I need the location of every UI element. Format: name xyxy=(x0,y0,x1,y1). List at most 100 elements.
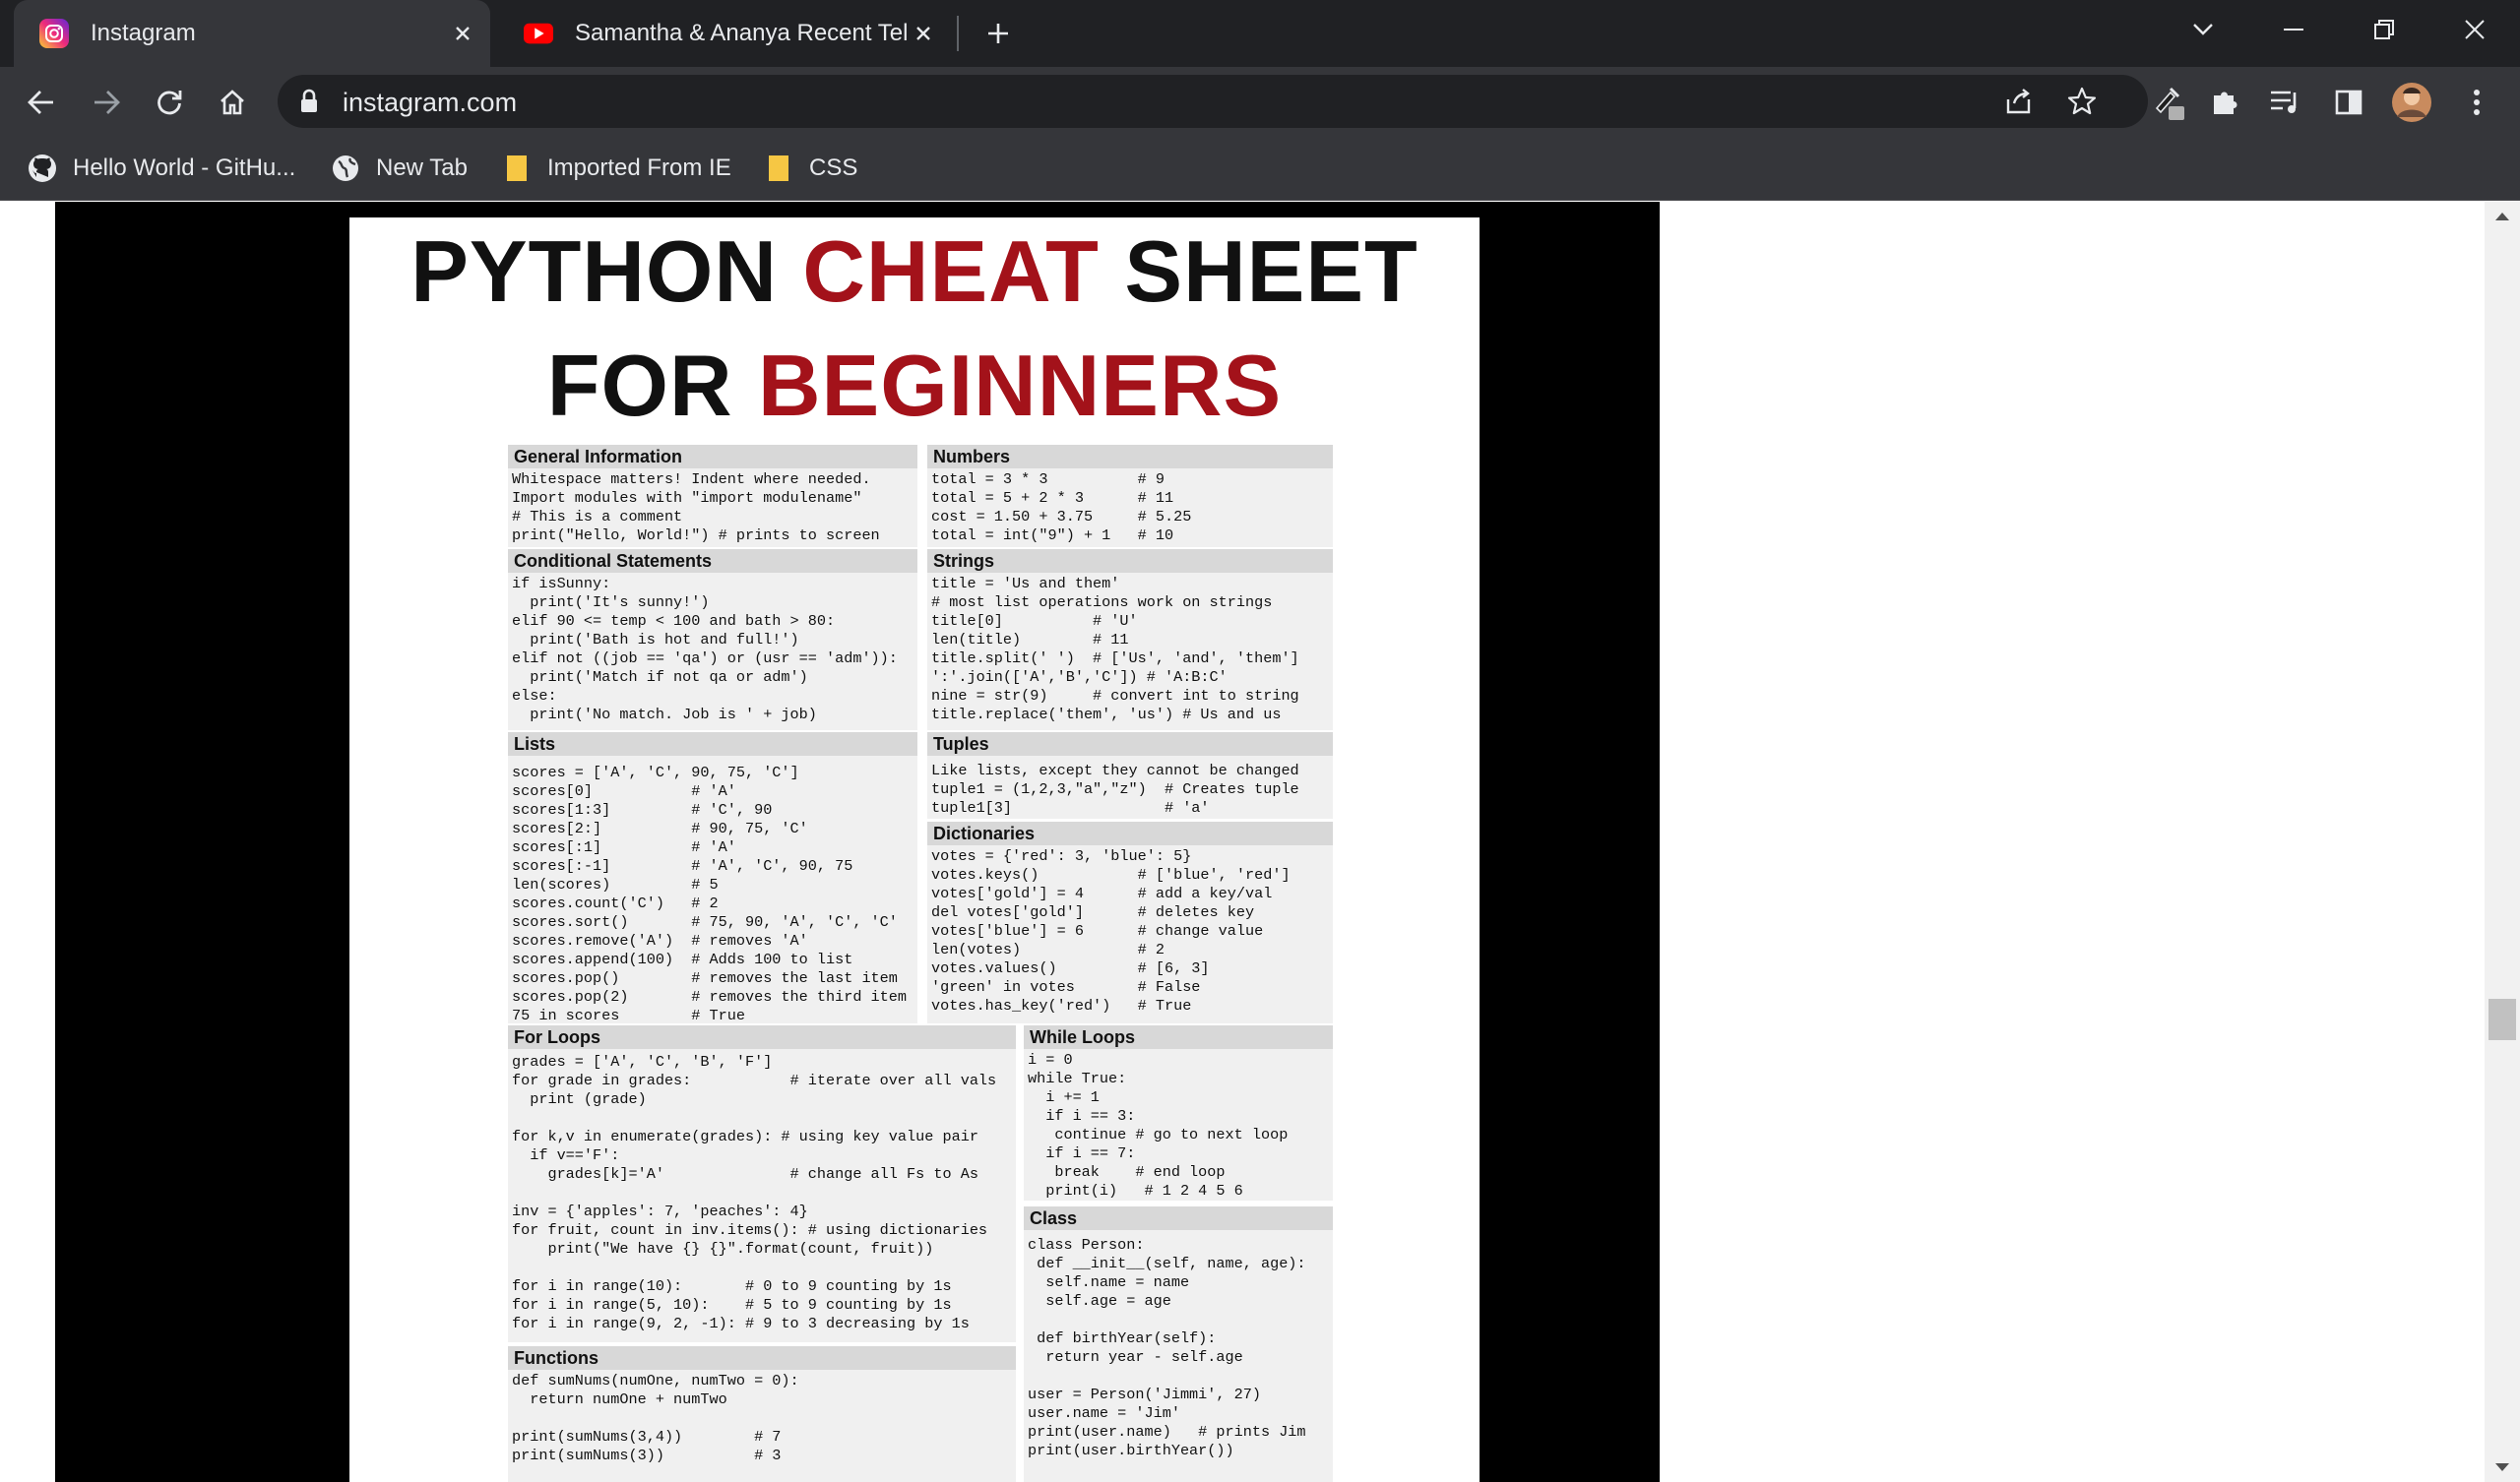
folder-icon xyxy=(502,154,532,183)
section-heading: Dictionaries xyxy=(927,822,1333,845)
chevron-down-icon xyxy=(2193,24,2213,35)
back-button[interactable] xyxy=(20,81,63,124)
minimize-icon xyxy=(2284,29,2303,31)
arrow-right-icon xyxy=(94,91,120,114)
tab-instagram[interactable]: Instagram xyxy=(14,0,490,67)
code-block: votes = {'red': 3, 'blue': 5} votes.keys… xyxy=(931,847,1291,1015)
code-block: class Person: def __init__(self, name, a… xyxy=(1028,1236,1306,1459)
bookmark-label: New Tab xyxy=(376,154,468,181)
code-block: Whitespace matters! Indent where needed.… xyxy=(512,470,880,544)
reload-icon xyxy=(158,91,182,115)
reload-button[interactable] xyxy=(148,81,191,124)
kebab-menu-icon xyxy=(2474,90,2480,115)
bookmark-label: CSS xyxy=(809,154,858,181)
bookmark-label: Hello World - GitHu... xyxy=(73,154,296,181)
code-block: grades = ['A', 'C', 'B', 'F'] for grade … xyxy=(512,1053,997,1332)
section-dictionaries: Dictionaries votes = {'red': 3, 'blue': … xyxy=(927,822,1333,1023)
forward-button[interactable] xyxy=(85,81,128,124)
section-heading: Conditional Statements xyxy=(508,549,917,573)
scroll-up-arrow-icon[interactable] xyxy=(2485,202,2520,231)
close-icon[interactable] xyxy=(449,20,476,47)
close-icon xyxy=(2465,20,2485,39)
page-scrollbar[interactable] xyxy=(2485,202,2520,1482)
tab-youtube[interactable]: Samantha & Ananya Recent Telug xyxy=(498,0,951,67)
tab-title: Instagram xyxy=(91,20,196,46)
menu-button[interactable] xyxy=(2455,81,2498,124)
section-heading: For Loops xyxy=(508,1025,1016,1049)
section-heading: Strings xyxy=(927,549,1333,573)
close-icon[interactable] xyxy=(910,20,937,47)
close-window-button[interactable] xyxy=(2445,10,2504,49)
profile-avatar[interactable] xyxy=(2390,81,2433,124)
globe-icon xyxy=(331,154,360,183)
media-controls-button[interactable] xyxy=(2264,81,2307,124)
home-icon xyxy=(220,90,244,115)
bookmarks-bar: Hello World - GitHu... New Tab Imported … xyxy=(0,136,2520,201)
section-tuples: Tuples Like lists, except they cannot be… xyxy=(927,732,1333,819)
section-for-loops: For Loops grades = ['A', 'C', 'B', 'F'] … xyxy=(508,1025,1016,1342)
code-block: title = 'Us and them' # most list operat… xyxy=(931,575,1299,723)
plus-icon xyxy=(988,24,1008,43)
section-class: Class class Person: def __init__(self, n… xyxy=(1024,1206,1333,1482)
playlist-icon xyxy=(2271,91,2297,113)
address-bar[interactable]: instagram.com xyxy=(278,75,2148,128)
section-heading: Functions xyxy=(508,1346,1016,1370)
eyedropper-extension-button[interactable] xyxy=(2148,81,2191,124)
section-heading: Lists xyxy=(508,732,917,756)
github-icon xyxy=(28,154,57,183)
section-heading: General Information xyxy=(508,445,917,468)
section-strings: Strings title = 'Us and them' # most lis… xyxy=(927,549,1333,730)
page-viewport: PYTHON CHEAT SHEET FOR BEGINNERS General… xyxy=(0,202,2520,1482)
restore-button[interactable] xyxy=(2355,10,2414,49)
side-panel-icon xyxy=(2335,90,2362,115)
restore-icon xyxy=(2374,20,2394,39)
section-heading: Class xyxy=(1024,1206,1333,1230)
bookmark-folder-imported-from-ie[interactable]: Imported From IE xyxy=(502,150,731,187)
folder-icon xyxy=(764,154,793,183)
code-block: Like lists, except they cannot be change… xyxy=(931,762,1299,817)
scroll-down-arrow-icon[interactable] xyxy=(2485,1452,2520,1482)
minimize-button[interactable] xyxy=(2264,10,2323,49)
side-panel-button[interactable] xyxy=(2327,81,2370,124)
new-tab-button[interactable] xyxy=(978,14,1018,53)
code-block: def sumNums(numOne, numTwo = 0): return … xyxy=(512,1372,799,1464)
tab-strip: Instagram Samantha & Ananya Recent Telug xyxy=(0,0,2520,67)
instagram-icon xyxy=(39,19,69,48)
section-general-information: General Information Whitespace matters! … xyxy=(508,445,917,547)
puzzle-icon xyxy=(2214,92,2237,114)
code-block: if isSunny: print('It's sunny!') elif 90… xyxy=(512,575,898,723)
code-block: scores = ['A', 'C', 90, 75, 'C'] scores[… xyxy=(512,764,908,1024)
youtube-icon xyxy=(524,19,553,48)
extensions-button[interactable] xyxy=(2203,81,2246,124)
avatar-icon xyxy=(2392,83,2431,122)
toolbar: instagram.com xyxy=(0,67,2520,136)
code-block: i = 0 while True: i += 1 if i == 3: cont… xyxy=(1028,1051,1289,1200)
post-image-frame: PYTHON CHEAT SHEET FOR BEGINNERS General… xyxy=(55,202,1660,1482)
tab-divider xyxy=(957,16,959,51)
section-numbers: Numbers total = 3 * 3 # 9 total = 5 + 2 … xyxy=(927,445,1333,547)
share-icon[interactable] xyxy=(2002,85,2036,118)
star-icon[interactable] xyxy=(2065,85,2099,118)
sheet-title-line-1: PYTHON CHEAT SHEET xyxy=(410,222,1418,320)
home-button[interactable] xyxy=(211,81,254,124)
section-lists: Lists scores = ['A', 'C', 90, 75, 'C'] s… xyxy=(508,732,917,1024)
section-conditional-statements: Conditional Statements if isSunny: print… xyxy=(508,549,917,730)
scrollbar-thumb[interactable] xyxy=(2488,999,2516,1040)
sheet-title-line-2: FOR BEGINNERS xyxy=(546,337,1283,434)
bookmark-new-tab[interactable]: New Tab xyxy=(331,150,468,187)
lock-icon[interactable] xyxy=(299,89,319,119)
bookmark-github[interactable]: Hello World - GitHu... xyxy=(28,150,295,187)
section-heading: While Loops xyxy=(1024,1025,1333,1049)
section-heading: Tuples xyxy=(927,732,1333,756)
url-text[interactable]: instagram.com xyxy=(343,88,517,118)
section-functions: Functions def sumNums(numOne, numTwo = 0… xyxy=(508,1346,1016,1482)
cheat-sheet-image: PYTHON CHEAT SHEET FOR BEGINNERS General… xyxy=(349,217,1480,1482)
section-heading: Numbers xyxy=(927,445,1333,468)
arrow-left-icon xyxy=(28,91,53,114)
tab-title: Samantha & Ananya Recent Telug xyxy=(575,20,910,46)
tab-search-button[interactable] xyxy=(2174,10,2233,49)
code-block: total = 3 * 3 # 9 total = 5 + 2 * 3 # 11… xyxy=(931,470,1192,544)
bookmark-label: Imported From IE xyxy=(547,154,731,181)
section-while-loops: While Loops i = 0 while True: i += 1 if … xyxy=(1024,1025,1333,1201)
bookmark-folder-css[interactable]: CSS xyxy=(764,150,857,187)
